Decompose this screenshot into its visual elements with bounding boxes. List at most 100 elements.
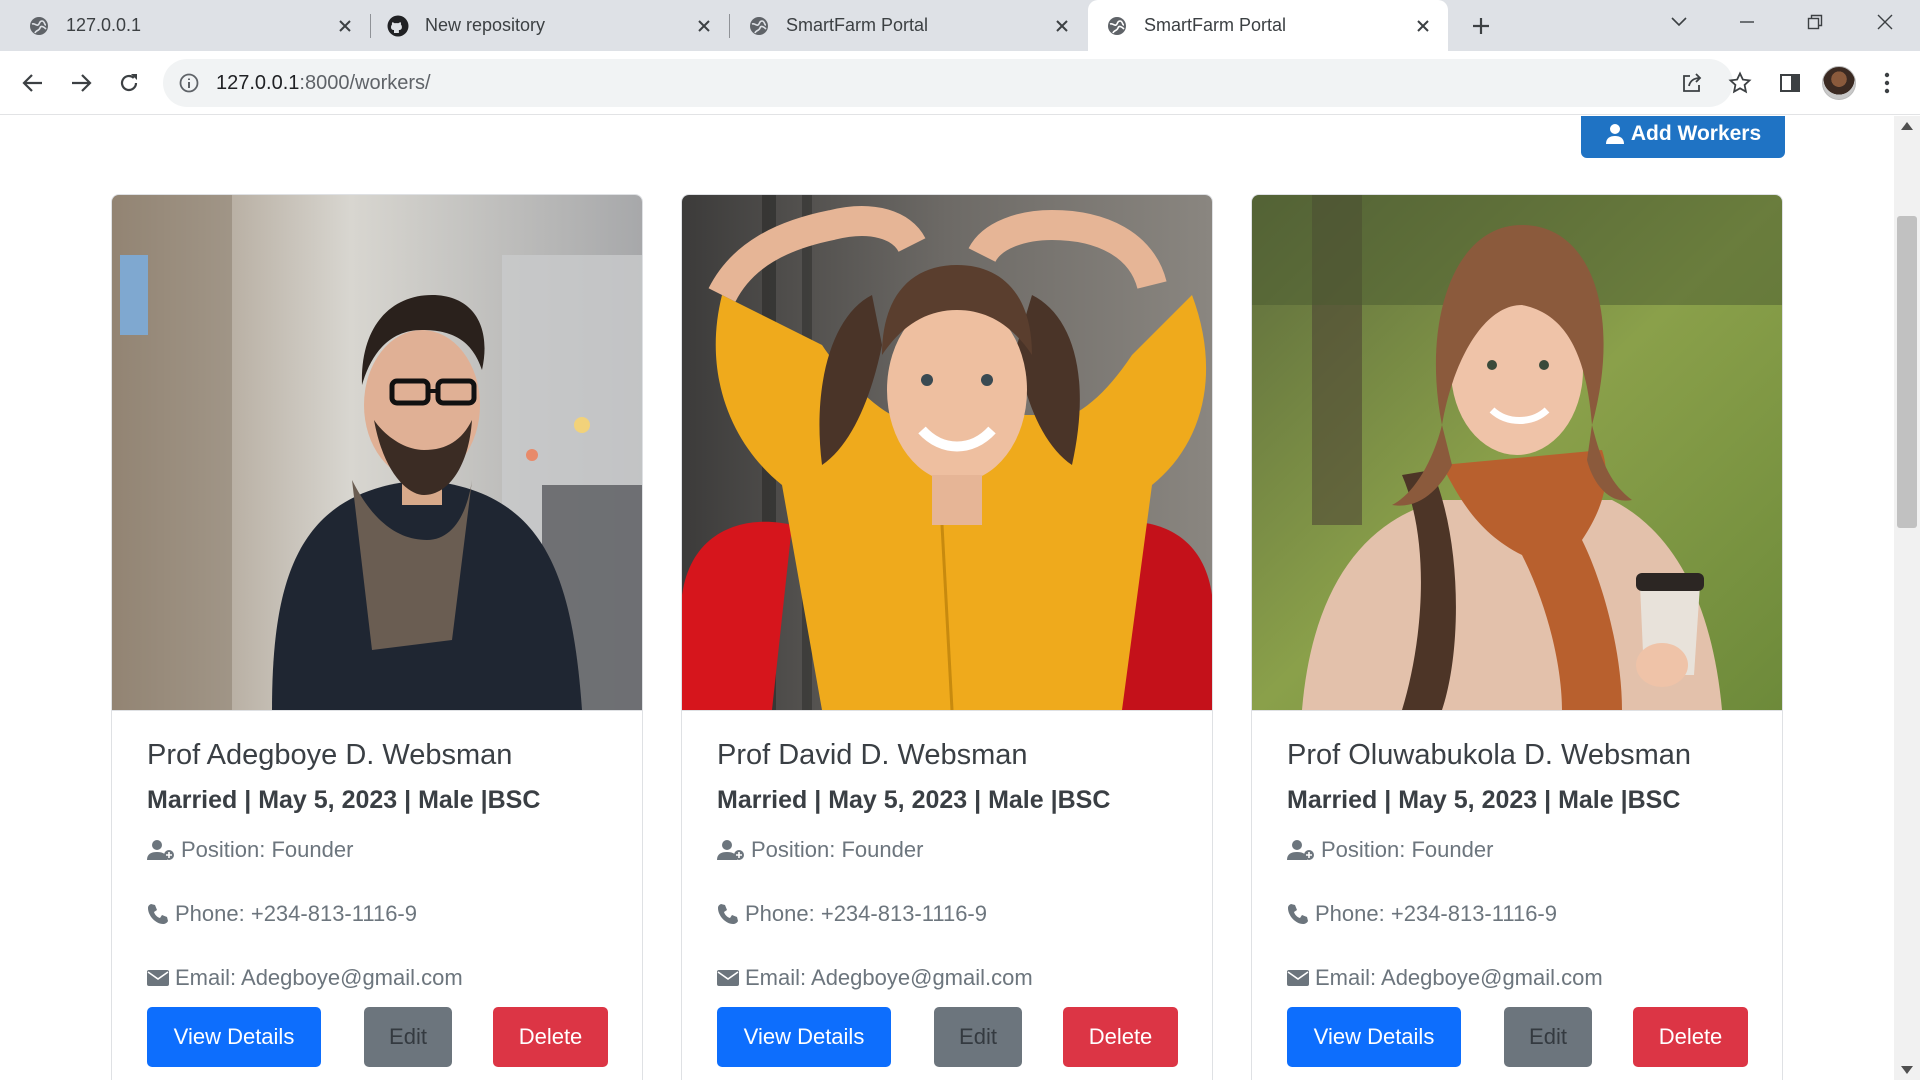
arrow-right-icon — [72, 74, 92, 92]
address-bar[interactable]: 127.0.0.1:8000/workers/ — [163, 59, 1752, 107]
add-workers-button[interactable]: Add Workers — [1581, 116, 1785, 158]
worker-position: Position: Founder — [717, 837, 1192, 863]
info-icon[interactable] — [178, 72, 200, 94]
envelope-icon — [147, 969, 169, 987]
tab-search-button[interactable] — [1645, 0, 1713, 44]
phone-text: Phone: +234-813-1116-9 — [175, 901, 417, 926]
url-text[interactable]: 127.0.0.1:8000/workers/ — [216, 72, 431, 95]
star-icon — [1728, 71, 1752, 94]
woman-scarf-coffee-park-photo — [1252, 195, 1782, 710]
browser-tab-active[interactable]: SmartFarm Portal — [1088, 0, 1448, 51]
worker-phone: Phone: +234-813-1116-9 — [147, 901, 622, 927]
worker-card: Prof Oluwabukola D. Websman Married | Ma… — [1251, 194, 1783, 1080]
delete-button[interactable]: Delete — [493, 1007, 608, 1067]
minimize-button[interactable] — [1713, 0, 1781, 44]
tab-title: New repository — [425, 15, 546, 35]
worker-position: Position: Founder — [1287, 837, 1762, 863]
page-content: Add Workers Prof Adegboye D. Websman Mar… — [0, 116, 1894, 1080]
user-tie-icon — [147, 839, 175, 861]
side-panel-icon — [1780, 74, 1800, 92]
browser-tab[interactable]: 127.0.0.1 — [0, 0, 370, 51]
envelope-icon — [717, 969, 739, 987]
browser-tab[interactable]: SmartFarm Portal — [730, 0, 1087, 51]
new-tab-button[interactable] — [1465, 10, 1497, 42]
tab-title: SmartFarm Portal — [786, 15, 929, 35]
worker-meta: Married | May 5, 2023 | Male |BSC — [717, 786, 1111, 814]
scroll-down-arrow[interactable] — [1901, 1066, 1913, 1074]
worker-phone: Phone: +234-813-1116-9 — [717, 901, 1192, 927]
position-text: Position: Founder — [751, 837, 924, 862]
chevron-down-icon — [1671, 17, 1687, 27]
globe-icon — [1106, 15, 1128, 37]
browser-tab[interactable]: New repository — [371, 0, 729, 51]
tab-title: 127.0.0.1 — [66, 15, 142, 35]
worker-photo — [682, 195, 1212, 710]
view-details-button[interactable]: View Details — [147, 1007, 321, 1067]
view-details-button[interactable]: View Details — [717, 1007, 891, 1067]
close-icon[interactable] — [1051, 15, 1073, 37]
side-panel-button[interactable] — [1770, 63, 1810, 103]
forward-button[interactable] — [61, 63, 101, 103]
more-vert-icon — [1884, 72, 1890, 94]
phone-text: Phone: +234-813-1116-9 — [1315, 901, 1557, 926]
worker-name: Prof David D. Websman — [717, 739, 1028, 771]
card-body: Prof Oluwabukola D. Websman Married | Ma… — [1287, 731, 1762, 991]
close-window-button[interactable] — [1851, 0, 1919, 44]
close-icon — [1877, 14, 1893, 30]
github-icon — [387, 15, 409, 37]
user-tie-icon — [717, 839, 745, 861]
phone-text: Phone: +234-813-1116-9 — [745, 901, 987, 926]
envelope-icon — [1287, 969, 1309, 987]
phone-icon — [147, 903, 169, 925]
reload-button[interactable] — [109, 63, 149, 103]
worker-email: Email: Adegboye@gmail.com — [147, 965, 622, 991]
email-text: Email: Adegboye@gmail.com — [745, 965, 1033, 990]
user-icon — [1605, 124, 1624, 144]
worker-name: Prof Adegboye D. Websman — [147, 739, 513, 771]
worker-phone: Phone: +234-813-1116-9 — [1287, 901, 1762, 927]
scrollbar-thumb[interactable] — [1897, 216, 1917, 528]
worker-card: Prof Adegboye D. Websman Married | May 5… — [111, 194, 643, 1080]
minimize-icon — [1740, 21, 1754, 23]
tab-title: SmartFarm Portal — [1144, 15, 1287, 35]
share-icon — [1683, 73, 1702, 92]
arrow-left-icon — [22, 74, 42, 92]
view-details-button[interactable]: View Details — [1287, 1007, 1461, 1067]
profile-avatar[interactable] — [1822, 66, 1856, 100]
globe-icon — [28, 15, 50, 37]
delete-button[interactable]: Delete — [1063, 1007, 1178, 1067]
edit-button[interactable]: Edit — [1504, 1007, 1592, 1067]
phone-icon — [717, 903, 739, 925]
plus-icon — [1473, 18, 1489, 34]
close-icon[interactable] — [693, 15, 715, 37]
restore-icon — [1807, 14, 1823, 30]
close-icon[interactable] — [334, 15, 356, 37]
scroll-up-arrow[interactable] — [1901, 122, 1913, 130]
card-body: Prof David D. Websman Married | May 5, 2… — [717, 731, 1192, 991]
page-scrollbar[interactable] — [1894, 116, 1920, 1080]
menu-button[interactable] — [1867, 63, 1907, 103]
man-glasses-scarf-street-photo — [112, 195, 642, 710]
worker-photo — [1252, 195, 1782, 710]
worker-photo — [112, 195, 642, 710]
edit-button[interactable]: Edit — [364, 1007, 452, 1067]
worker-email: Email: Adegboye@gmail.com — [1287, 965, 1762, 991]
worker-card: Prof David D. Websman Married | May 5, 2… — [681, 194, 1213, 1080]
card-divider — [112, 710, 642, 711]
back-button[interactable] — [13, 63, 53, 103]
share-button[interactable] — [1672, 63, 1712, 103]
card-body: Prof Adegboye D. Websman Married | May 5… — [147, 731, 622, 991]
position-text: Position: Founder — [181, 837, 354, 862]
delete-button[interactable]: Delete — [1633, 1007, 1748, 1067]
edit-button[interactable]: Edit — [934, 1007, 1022, 1067]
close-icon[interactable] — [1412, 15, 1434, 37]
card-divider — [1252, 710, 1782, 711]
worker-name: Prof Oluwabukola D. Websman — [1287, 739, 1692, 771]
globe-icon — [748, 15, 770, 37]
user-tie-icon — [1287, 839, 1315, 861]
bookmark-button[interactable] — [1720, 63, 1760, 103]
url-path: :8000/workers/ — [299, 71, 431, 94]
worker-position: Position: Founder — [147, 837, 622, 863]
restore-button[interactable] — [1781, 0, 1849, 44]
position-text: Position: Founder — [1321, 837, 1494, 862]
